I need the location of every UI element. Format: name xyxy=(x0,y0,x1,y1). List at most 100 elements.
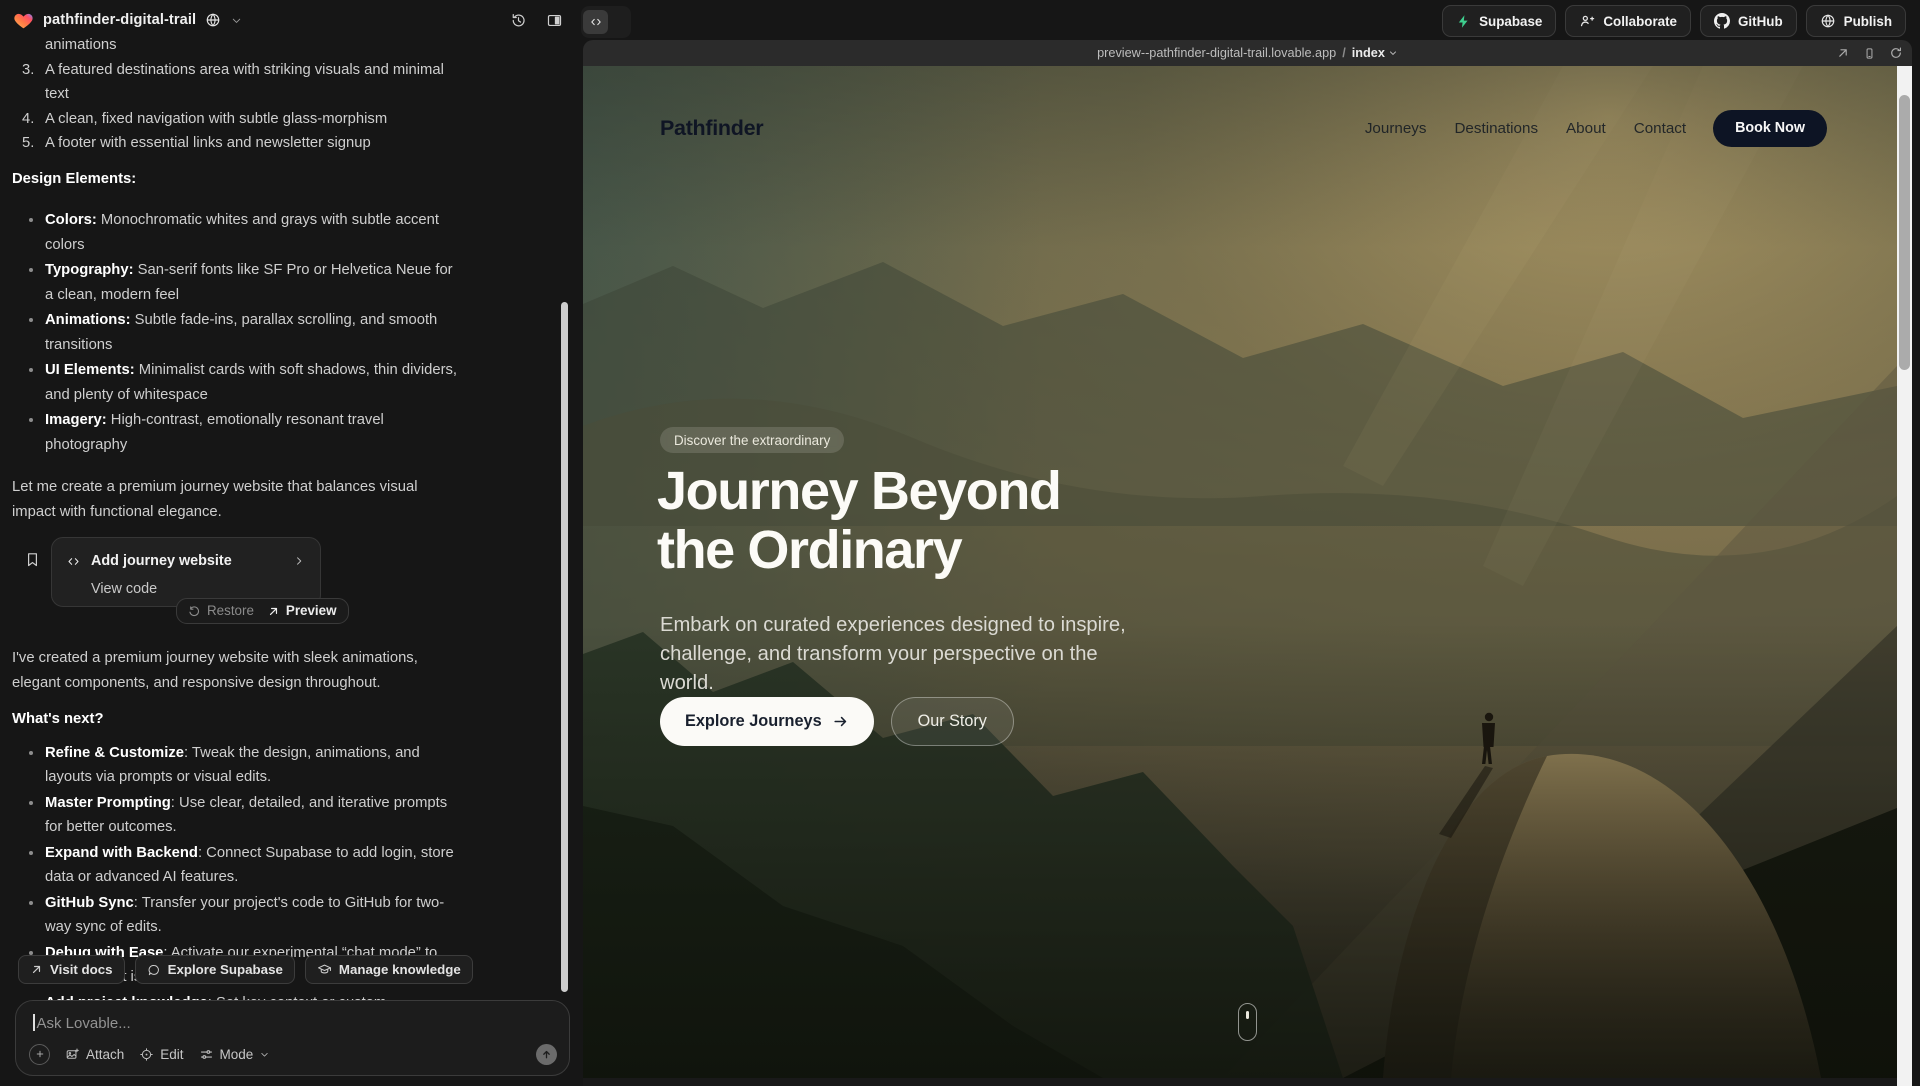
bullet-dot xyxy=(29,801,33,805)
attach-image-icon xyxy=(65,1047,80,1062)
artifact-block: Add journey website View code Restore xyxy=(12,537,458,622)
list-item: Animations: Subtle fade-ins, parallax sc… xyxy=(12,308,458,357)
whats-next-heading: What's next? xyxy=(12,707,458,732)
mode-selector[interactable]: Mode xyxy=(199,1047,271,1062)
supabase-label: Supabase xyxy=(1479,14,1542,29)
code-preview-toggle[interactable] xyxy=(581,6,631,38)
bullet-dot xyxy=(29,268,33,272)
arrow-right-icon xyxy=(832,713,849,730)
add-button[interactable] xyxy=(29,1044,50,1065)
publish-globe-icon xyxy=(1820,13,1836,29)
code-icon[interactable] xyxy=(583,10,608,34)
chat-text-partial: animations xyxy=(45,33,458,58)
our-story-button[interactable]: Our Story xyxy=(891,697,1014,746)
artifact-card[interactable]: Add journey website View code xyxy=(51,537,321,607)
list-item: Colors: Monochromatic whites and grays w… xyxy=(12,208,458,257)
supabase-bolt-icon xyxy=(1456,14,1471,29)
edit-button[interactable]: Edit xyxy=(139,1047,183,1062)
open-external-icon[interactable] xyxy=(1836,46,1850,60)
list-item: 5.A footer with essential links and news… xyxy=(12,131,458,156)
bullet-dot xyxy=(29,368,33,372)
bullet-dot xyxy=(29,951,33,955)
nav-link-journeys[interactable]: Journeys xyxy=(1365,120,1427,137)
chat-scrollbar[interactable] xyxy=(561,302,568,992)
hero-badge: Discover the extraordinary xyxy=(660,427,844,453)
numbered-list: 3.A featured destinations area with stri… xyxy=(12,58,458,156)
supabase-button[interactable]: Supabase xyxy=(1442,5,1556,37)
list-item: GitHub Sync: Transfer your project's cod… xyxy=(12,891,458,940)
refresh-icon[interactable] xyxy=(1889,46,1903,60)
nav-link-contact[interactable]: Contact xyxy=(1634,120,1686,137)
chat-messages: animations 3.A featured destinations are… xyxy=(12,33,458,1040)
list-item: Refine & Customize: Tweak the design, an… xyxy=(12,741,458,790)
composer: Ask Lovable... Attach Edit xyxy=(15,1000,570,1076)
attach-button[interactable]: Attach xyxy=(65,1047,124,1062)
bullet-dot xyxy=(29,851,33,855)
design-elements-heading: Design Elements: xyxy=(12,167,458,192)
publish-label: Publish xyxy=(1844,14,1892,29)
scroll-indicator xyxy=(1238,1003,1257,1041)
preview-scrollbar-thumb[interactable] xyxy=(1899,95,1910,370)
hero-cta-row: Explore Journeys Our Story xyxy=(660,697,1014,746)
collaborate-label: Collaborate xyxy=(1603,14,1677,29)
hero-subtext: Embark on curated experiences designed t… xyxy=(660,611,1155,698)
github-button[interactable]: GitHub xyxy=(1700,5,1797,37)
restore-button[interactable]: Restore xyxy=(188,599,254,624)
list-item: Typography: San-serif fonts like SF Pro … xyxy=(12,258,458,307)
design-bullet-list: Colors: Monochromatic whites and grays w… xyxy=(12,208,458,457)
text-cursor xyxy=(33,1014,35,1031)
urlbar-actions xyxy=(1836,40,1903,66)
list-item: 3.A featured destinations area with stri… xyxy=(12,58,458,107)
send-button[interactable] xyxy=(536,1044,557,1065)
assistant-paragraph: I've created a premium journey website w… xyxy=(12,646,458,695)
hero-headline: Journey Beyond the Ordinary xyxy=(657,462,1061,580)
external-link-icon xyxy=(30,963,43,976)
chevron-down-icon xyxy=(1388,48,1398,58)
preview-urlbar: preview--pathfinder-digital-trail.lovabl… xyxy=(583,40,1912,66)
composer-toolbar: Attach Edit Mode xyxy=(29,1042,557,1066)
explore-journeys-button[interactable]: Explore Journeys xyxy=(660,697,874,746)
sliders-icon xyxy=(199,1047,214,1062)
quick-actions: Visit docs Explore Supabase Manage knowl… xyxy=(18,955,473,984)
scroll-wheel-dot xyxy=(1246,1011,1249,1019)
github-label: GitHub xyxy=(1738,14,1783,29)
list-item: Expand with Backend: Connect Supabase to… xyxy=(12,841,458,890)
site-header: Pathfinder Journeys Destinations About C… xyxy=(583,100,1897,156)
bookmark-icon[interactable] xyxy=(24,551,41,568)
preview-scrollbar-track[interactable] xyxy=(1897,66,1912,1086)
collaborate-people-icon xyxy=(1579,13,1595,29)
preview-url: preview--pathfinder-digital-trail.lovabl… xyxy=(1097,46,1336,60)
bullet-dot xyxy=(29,751,33,755)
preview-button[interactable]: Preview xyxy=(267,599,337,624)
bullet-dot xyxy=(29,418,33,422)
list-item: 4.A clean, fixed navigation with subtle … xyxy=(12,107,458,132)
github-icon xyxy=(1714,13,1730,29)
bullet-dot xyxy=(29,318,33,322)
nav-link-about[interactable]: About xyxy=(1566,120,1606,137)
external-link-icon xyxy=(267,605,280,618)
bullet-dot xyxy=(29,218,33,222)
page-selector[interactable]: index xyxy=(1352,46,1398,60)
visit-docs-button[interactable]: Visit docs xyxy=(18,955,125,984)
book-now-button[interactable]: Book Now xyxy=(1713,110,1827,147)
preview-panel: preview--pathfinder-digital-trail.lovabl… xyxy=(583,40,1912,1086)
nav-link-destinations[interactable]: Destinations xyxy=(1454,120,1538,137)
restore-icon xyxy=(188,605,201,618)
chat-panel: animations 3.A featured destinations are… xyxy=(0,0,583,1086)
graduation-cap-icon xyxy=(317,962,332,977)
restore-preview-pill: Restore Preview xyxy=(176,598,349,624)
chat-bubble-icon xyxy=(147,963,161,977)
explore-supabase-button[interactable]: Explore Supabase xyxy=(135,955,295,984)
code-icon xyxy=(66,554,81,569)
collaborate-button[interactable]: Collaborate xyxy=(1565,5,1691,37)
select-target-icon xyxy=(139,1047,154,1062)
publish-button[interactable]: Publish xyxy=(1806,5,1906,37)
chevron-down-icon xyxy=(259,1049,270,1060)
list-item: Imagery: High-contrast, emotionally reso… xyxy=(12,408,458,457)
chat-input[interactable]: Ask Lovable... xyxy=(33,1014,555,1036)
manage-knowledge-button[interactable]: Manage knowledge xyxy=(305,955,473,984)
site-nav: Journeys Destinations About Contact xyxy=(1365,120,1686,137)
mobile-view-icon[interactable] xyxy=(1863,47,1876,60)
bullet-dot xyxy=(29,901,33,905)
site-logo[interactable]: Pathfinder xyxy=(660,116,763,141)
